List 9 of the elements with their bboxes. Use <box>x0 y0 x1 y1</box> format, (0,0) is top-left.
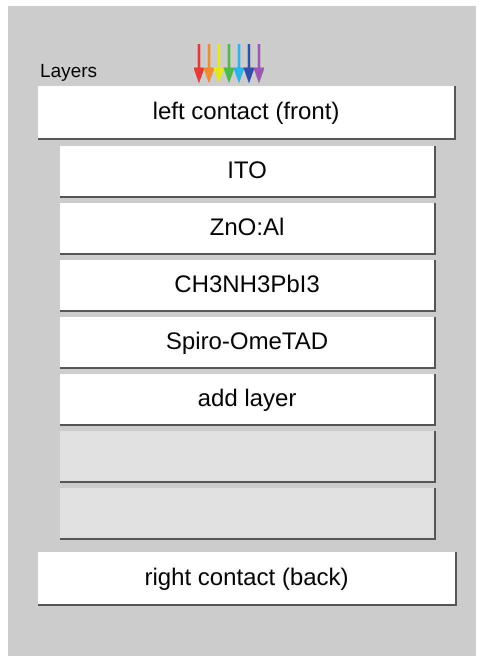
layer-button[interactable]: ITO <box>60 146 436 198</box>
layer-button[interactable]: ZnO:Al <box>60 203 436 255</box>
spectrum-arrows-icon <box>194 42 264 84</box>
panel-title: Layers <box>40 62 98 81</box>
front-contact-button[interactable]: left contact (front) <box>38 86 456 140</box>
back-contact-button[interactable]: right contact (back) <box>38 552 457 606</box>
layer-button[interactable]: add layer <box>60 374 436 426</box>
layer-button[interactable]: Spiro-OmeTAD <box>60 317 436 369</box>
layer-button[interactable]: CH3NH3PbI3 <box>60 260 436 312</box>
